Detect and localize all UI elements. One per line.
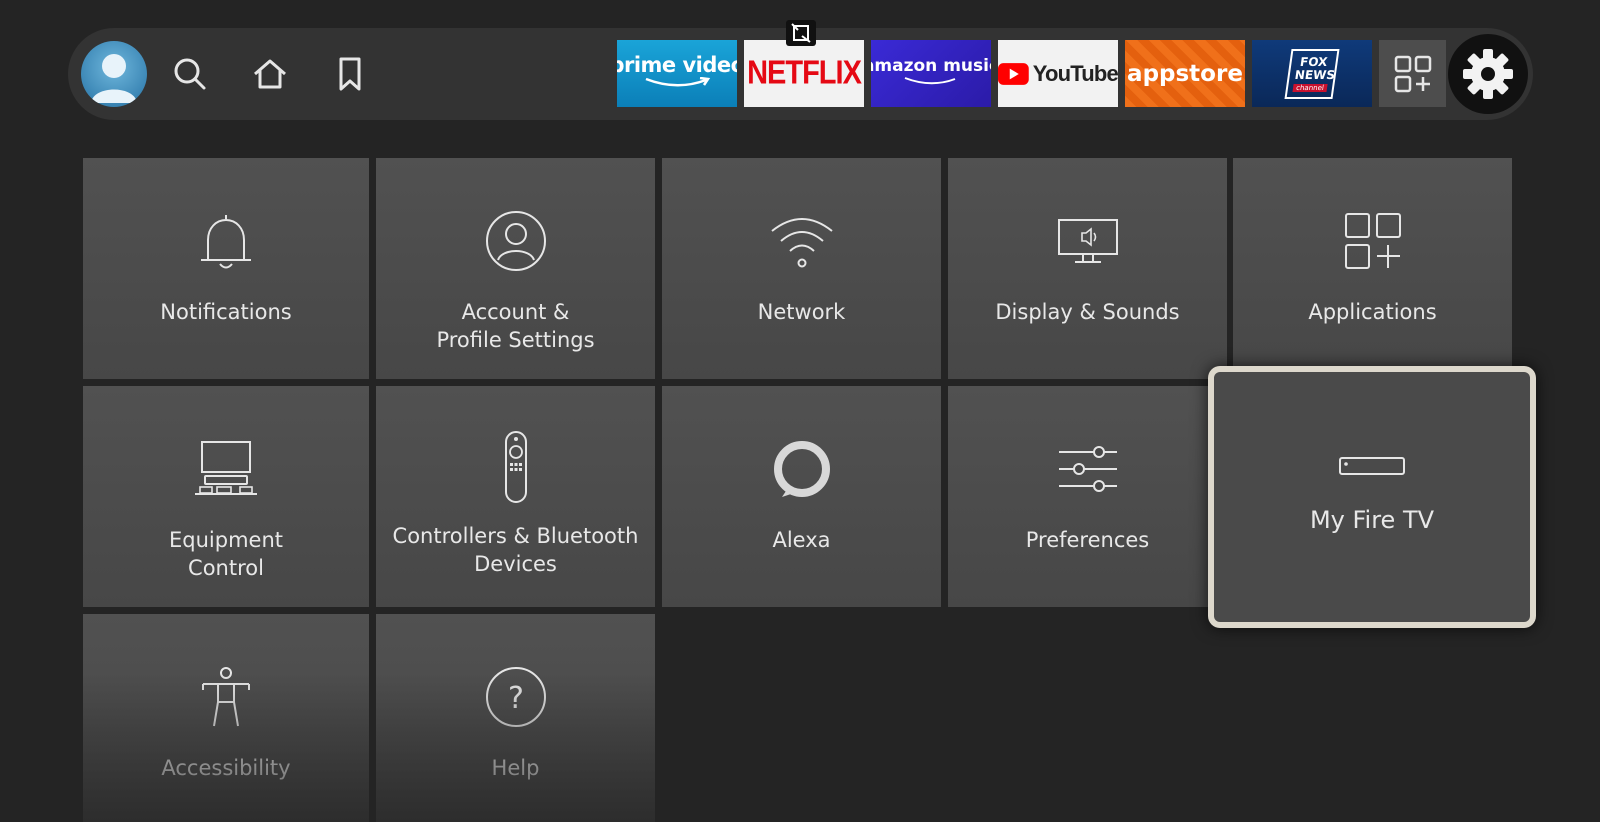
settings-tile-preferences[interactable]: Preferences	[948, 386, 1227, 607]
tile-label: Account & Profile Settings	[436, 300, 595, 352]
smile-arrow-icon	[645, 76, 711, 86]
monitor-sound-icon	[1057, 219, 1118, 263]
wifi-icon	[770, 218, 833, 268]
settings-tile-accessibility[interactable]: Accessibility	[83, 614, 369, 822]
settings-tile-applications[interactable]: Applications	[1233, 158, 1512, 379]
app-amazon-music[interactable]: amazon music	[871, 40, 991, 107]
tile-label: Equipment Control	[169, 528, 283, 580]
tile-label: Display & Sounds	[995, 300, 1180, 324]
settings-tile-network[interactable]: Network	[662, 158, 941, 379]
apps-grid-icon	[1394, 55, 1431, 92]
apps-grid-icon	[1344, 213, 1401, 269]
settings-tile-account-profile[interactable]: Account & Profile Settings	[376, 158, 655, 379]
alexa-ring-icon	[773, 441, 830, 497]
settings-tile-controllers-bluetooth[interactable]: Controllers & Bluetooth Devices	[376, 386, 655, 607]
fire-tv-device-icon	[1339, 457, 1405, 475]
settings-tile-equipment-control[interactable]: Equipment Control	[83, 386, 369, 607]
app-appstore[interactable]: appstore	[1125, 40, 1245, 107]
settings-tile-alexa[interactable]: Alexa	[662, 386, 941, 607]
gear-icon	[1463, 49, 1513, 99]
tile-label: Network	[757, 300, 846, 324]
app-prime-video[interactable]: prime video	[617, 40, 737, 107]
settings-tile-display-sounds[interactable]: Display & Sounds	[948, 158, 1227, 379]
tile-label: Alexa	[772, 528, 831, 552]
youtube-play-icon	[998, 62, 1029, 85]
settings-tile-help[interactable]: ? Help	[376, 614, 655, 822]
help-icon: ?	[485, 667, 546, 727]
bell-icon	[201, 215, 251, 269]
bookmark-icon[interactable]	[330, 54, 370, 94]
tile-label: Controllers & Bluetooth Devices	[392, 524, 639, 576]
profile-avatar[interactable]	[81, 41, 147, 107]
tv-equipment-icon	[195, 441, 257, 495]
all-apps-button[interactable]	[1379, 40, 1446, 107]
home-icon[interactable]	[250, 54, 290, 94]
smile-arrow-icon	[904, 76, 956, 84]
app-netflix[interactable]: NETFLIX	[744, 40, 864, 107]
tile-label: Help	[491, 756, 540, 780]
user-circle-icon	[485, 211, 546, 271]
settings-tile-my-fire-tv[interactable]: My Fire TV	[1214, 372, 1530, 622]
fox-news-logo: FOX NEWS channel	[1284, 48, 1340, 99]
accessibility-icon	[202, 667, 250, 727]
tile-label: My Fire TV	[1309, 506, 1435, 534]
sliders-icon	[1058, 446, 1117, 492]
settings-tile-notifications[interactable]: Notifications	[83, 158, 369, 379]
tile-label: Notifications	[160, 300, 292, 324]
remote-icon	[504, 431, 527, 503]
settings-button[interactable]	[1448, 34, 1528, 114]
search-icon[interactable]	[170, 54, 210, 94]
svg-text:?: ?	[508, 681, 524, 716]
tile-label: Preferences	[1025, 528, 1150, 552]
tile-label: Applications	[1308, 300, 1437, 324]
app-youtube[interactable]: YouTube	[998, 40, 1118, 107]
app-fox-news[interactable]: FOX NEWS channel	[1252, 40, 1372, 107]
user-silhouette-icon	[91, 54, 137, 103]
screen-mirror-icon	[786, 20, 816, 46]
tile-label: Accessibility	[161, 756, 291, 780]
